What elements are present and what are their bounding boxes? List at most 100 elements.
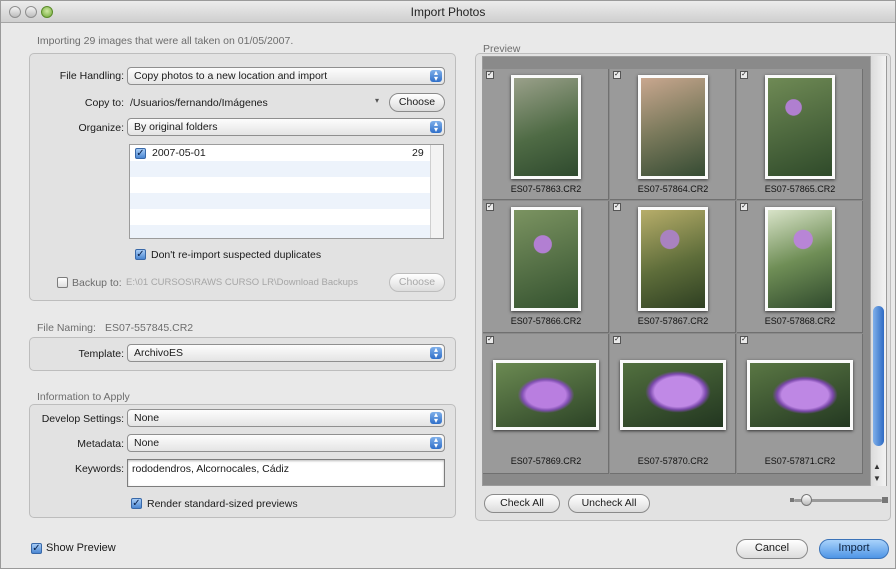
thumbnail-cell[interactable]: ✓ ES07-57863.CR2 xyxy=(483,69,609,200)
import-button[interactable]: Import xyxy=(819,539,889,559)
popup-arrows-icon: ▴ ▾ xyxy=(430,120,442,134)
info-to-apply-heading: Information to Apply xyxy=(37,391,130,403)
dont-reimport-checkbox[interactable]: ✓ xyxy=(135,249,146,260)
popup-arrows-icon: ▴ ▾ xyxy=(430,346,442,360)
photo-thumbnail xyxy=(638,207,708,311)
keywords-field[interactable]: rododendros, Alcornocales, Cádiz xyxy=(127,459,445,487)
thumbnail-cell[interactable]: ✓ ES07-57864.CR2 xyxy=(610,69,736,200)
develop-settings-select[interactable]: None ▴ ▾ xyxy=(127,409,445,427)
import-photos-window: Import Photos Importing 29 images that w… xyxy=(0,0,896,569)
file-handling-label: File Handling: xyxy=(59,70,124,82)
path-history-icon[interactable]: ▾ xyxy=(375,96,379,105)
folder-checkbox[interactable]: ✓ xyxy=(135,148,146,159)
keywords-label: Keywords: xyxy=(74,463,124,475)
photo-thumbnail xyxy=(511,207,581,311)
photo-thumbnail xyxy=(638,75,708,179)
popup-arrows-icon: ▴ ▾ xyxy=(430,411,442,425)
copy-to-path: /Usuarios/fernando/Imágenes xyxy=(130,97,268,109)
metadata-label: Metadata: xyxy=(77,438,124,450)
thumbnail-checkbox[interactable]: ✓ xyxy=(740,336,748,344)
thumbnail-filename: ES07-57868.CR2 xyxy=(764,316,836,326)
backup-label: Backup to: xyxy=(72,277,122,289)
thumbnail-checkbox[interactable]: ✓ xyxy=(740,71,748,79)
render-previews-checkbox[interactable]: ✓ xyxy=(131,498,142,509)
thumbnail-cell[interactable]: ✓ ES07-57871.CR2 xyxy=(737,334,863,474)
list-stripe xyxy=(130,225,430,238)
photo-thumbnail xyxy=(765,207,835,311)
template-value: ArchivoES xyxy=(134,347,184,359)
popup-arrows-icon: ▴ ▾ xyxy=(430,69,442,83)
popup-arrows-icon: ▴ ▾ xyxy=(430,436,442,450)
folder-count: 29 xyxy=(412,147,424,159)
organize-label: Organize: xyxy=(78,122,124,134)
thumbnail-checkbox[interactable]: ✓ xyxy=(486,71,494,79)
preview-scrollbar-thumb[interactable] xyxy=(873,306,884,446)
file-handling-select[interactable]: Copy photos to a new location and import… xyxy=(127,67,445,85)
thumbnail-size-slider-knob[interactable] xyxy=(801,494,812,506)
thumbnail-cell[interactable]: ✓ ES07-57866.CR2 xyxy=(483,201,609,333)
title-bar: Import Photos xyxy=(1,1,895,23)
copy-to-label: Copy to: xyxy=(84,97,124,109)
metadata-select[interactable]: None ▴ ▾ xyxy=(127,434,445,452)
thumbnail-cell[interactable]: ✓ ES07-57868.CR2 xyxy=(737,201,863,333)
thumbnail-filename: ES07-57867.CR2 xyxy=(637,316,709,326)
thumbnail-cell[interactable]: ✓ ES07-57867.CR2 xyxy=(610,201,736,333)
template-select[interactable]: ArchivoES ▴ ▾ xyxy=(127,344,445,362)
backup-path: E:\01 CURSOS\RAWS CURSO LR\Download Back… xyxy=(126,277,358,288)
preview-scrollbar[interactable]: ▲ ▼ xyxy=(870,56,886,486)
show-preview-label: Show Preview xyxy=(46,542,116,554)
thumbnail-filename: ES07-57870.CR2 xyxy=(637,456,709,466)
photo-thumbnail xyxy=(765,75,835,179)
backup-choose-button[interactable]: Choose xyxy=(389,273,445,292)
scroll-up-arrow-icon[interactable]: ▲ xyxy=(873,462,881,471)
organize-select[interactable]: By original folders ▴ ▾ xyxy=(127,118,445,136)
check-all-button[interactable]: Check All xyxy=(484,494,560,513)
thumbnail-checkbox[interactable]: ✓ xyxy=(613,336,621,344)
develop-settings-value: None xyxy=(134,412,160,424)
keywords-value: rododendros, Alcornocales, Cádiz xyxy=(132,463,290,475)
folder-list: ✓ 2007-05-01 29 xyxy=(129,144,444,239)
thumbnail-filename: ES07-57871.CR2 xyxy=(764,456,836,466)
file-naming-heading: File Naming: xyxy=(37,322,96,334)
photo-thumbnail xyxy=(493,360,599,430)
photo-thumbnail xyxy=(620,360,726,430)
backup-checkbox[interactable] xyxy=(57,277,68,288)
list-stripe xyxy=(130,193,430,209)
thumbnail-filename: ES07-57864.CR2 xyxy=(637,184,709,194)
render-previews-label: Render standard-sized previews xyxy=(147,498,298,510)
thumbnail-cell[interactable]: ✓ ES07-57870.CR2 xyxy=(610,334,736,474)
thumbnail-checkbox[interactable]: ✓ xyxy=(486,203,494,211)
file-handling-value: Copy photos to a new location and import xyxy=(134,70,328,82)
import-summary: Importing 29 images that were all taken … xyxy=(37,35,294,47)
template-label: Template: xyxy=(78,348,124,360)
copy-to-choose-button[interactable]: Choose xyxy=(389,93,445,112)
organize-value: By original folders xyxy=(134,121,218,133)
folder-list-scrollbar[interactable] xyxy=(430,145,443,238)
thumbnail-checkbox[interactable]: ✓ xyxy=(740,203,748,211)
thumbnail-filename: ES07-57869.CR2 xyxy=(510,456,582,466)
thumbnail-filename: ES07-57866.CR2 xyxy=(510,316,582,326)
thumbnail-checkbox[interactable]: ✓ xyxy=(613,203,621,211)
list-stripe xyxy=(130,161,430,177)
show-preview-checkbox[interactable]: ✓ xyxy=(31,543,42,554)
thumbnail-filename: ES07-57863.CR2 xyxy=(510,184,582,194)
folder-name: 2007-05-01 xyxy=(152,147,206,159)
folder-row[interactable]: ✓ 2007-05-01 29 xyxy=(130,145,430,161)
metadata-value: None xyxy=(134,437,160,449)
thumbnail-cell[interactable]: ✓ ES07-57869.CR2 xyxy=(483,334,609,474)
uncheck-all-button[interactable]: Uncheck All xyxy=(568,494,650,513)
thumbnail-checkbox[interactable]: ✓ xyxy=(613,71,621,79)
window-title: Import Photos xyxy=(410,5,486,19)
scroll-down-arrow-icon[interactable]: ▼ xyxy=(873,474,881,483)
thumbnail-filename: ES07-57865.CR2 xyxy=(764,184,836,194)
thumbnail-size-large-icon xyxy=(882,497,888,503)
thumbnail-cell[interactable]: ✓ ES07-57865.CR2 xyxy=(737,69,863,200)
photo-thumbnail xyxy=(511,75,581,179)
preview-grid: ✓ ES07-57863.CR2 ✓ ES07-57864.CR2 ✓ ES07… xyxy=(482,56,887,486)
cancel-button[interactable]: Cancel xyxy=(736,539,808,559)
file-naming-example: ES07-557845.CR2 xyxy=(105,322,194,334)
photo-thumbnail xyxy=(747,360,853,430)
dont-reimport-label: Don't re-import suspected duplicates xyxy=(151,249,322,261)
thumbnail-checkbox[interactable]: ✓ xyxy=(486,336,494,344)
develop-settings-label: Develop Settings: xyxy=(41,413,124,425)
